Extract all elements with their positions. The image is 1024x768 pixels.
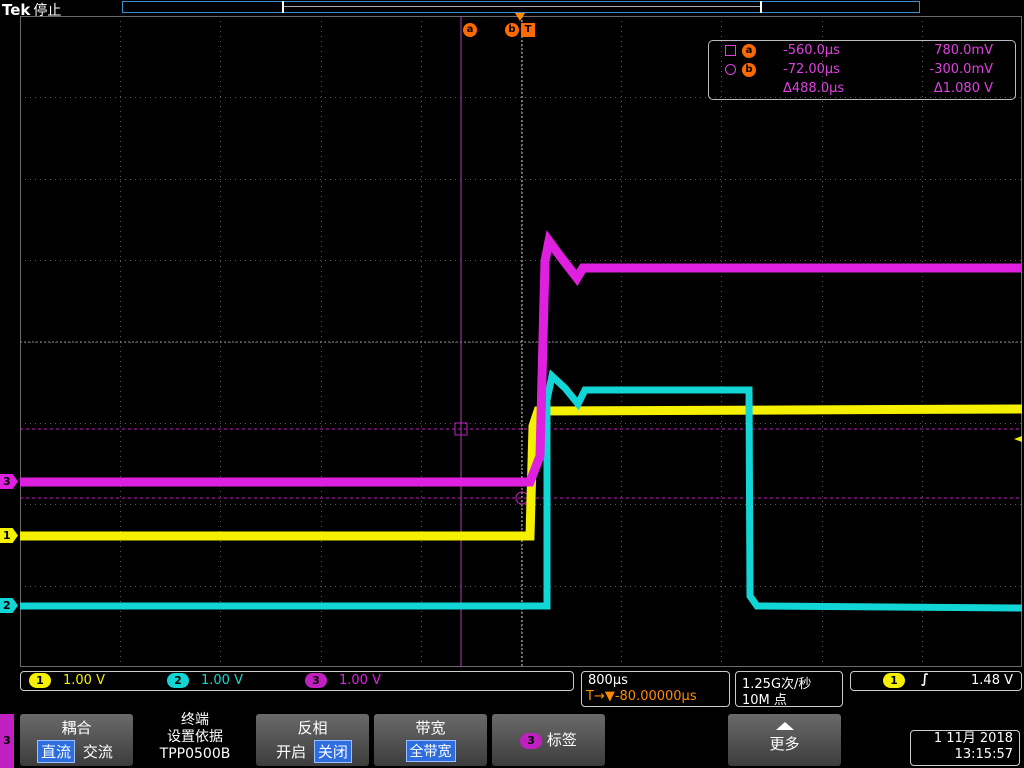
invert-off-option[interactable]: 关闭 xyxy=(313,740,352,763)
square-cursor-icon xyxy=(725,45,736,56)
delta-time: Δ488.0µs xyxy=(783,81,845,96)
date-time: 1 11月 2018 13:15:57 xyxy=(910,730,1020,766)
ch2-badge: 2 xyxy=(167,673,189,688)
channel-scale-bar: 1 1.00 V 2 1.00 V 3 1.00 V xyxy=(20,671,574,691)
cursor-b-label[interactable]: b xyxy=(505,23,519,37)
ch1-badge: 1 xyxy=(29,673,51,688)
cursor-a-time: -560.0µs xyxy=(783,43,840,58)
ch1-scale[interactable]: 1 1.00 V xyxy=(29,673,105,688)
termination-softkey[interactable]: 终端 设置依据 TPP0500B xyxy=(140,712,250,768)
bandwidth-softkey[interactable]: 带宽 全带宽 xyxy=(374,714,487,766)
ch1-ground-marker[interactable]: 1 xyxy=(0,528,18,543)
cursor-b-time: -72.00µs xyxy=(783,62,840,77)
cursor-b-value: -300.0mV xyxy=(929,62,993,77)
ch3-ground-marker[interactable]: 3 xyxy=(0,474,18,489)
ch2-ground-marker[interactable]: 2 xyxy=(0,598,18,613)
date: 1 11月 2018 xyxy=(933,731,1013,746)
readout-row-b: b -72.00µs -300.0mV xyxy=(709,62,1015,80)
probe-model: TPP0500B xyxy=(159,746,231,762)
timebase-readout[interactable]: 800µs T→▼-80.00000µs xyxy=(581,671,730,707)
termination-setting: 设置依据 xyxy=(167,729,223,745)
trigger-readout[interactable]: 1 ∫ 1.48 V xyxy=(850,671,1022,691)
time: 13:15:57 xyxy=(954,747,1013,762)
invert-on-option[interactable]: 开启 xyxy=(273,741,309,762)
horizontal-scale: 800µs xyxy=(588,673,628,688)
trigger-point-icon xyxy=(515,13,525,21)
cursor-a-label[interactable]: a xyxy=(463,23,477,37)
label-softkey[interactable]: 3 标签 xyxy=(492,714,605,766)
waveform-display[interactable] xyxy=(20,16,1022,667)
trigger-level-marker xyxy=(1014,436,1022,442)
cursor-readout: a -560.0µs 780.0mV b -72.00µs -300.0mV Δ… xyxy=(708,40,1016,100)
horizontal-delay: T→▼-80.00000µs xyxy=(586,689,697,704)
ch3-badge: 3 xyxy=(305,673,327,688)
coupling-dc-option[interactable]: 直流 xyxy=(37,740,76,763)
termination-title: 终端 xyxy=(181,712,209,728)
ch1-scale-value: 1.00 V xyxy=(63,673,105,688)
trigger-position-label[interactable]: T xyxy=(521,23,535,37)
menu-channel-tab: 3 xyxy=(0,714,14,768)
ch3-scale-value: 1.00 V xyxy=(339,673,381,688)
coupling-ac-option[interactable]: 交流 xyxy=(80,741,116,762)
rising-edge-icon: ∫ xyxy=(921,672,929,687)
up-arrow-icon xyxy=(775,722,794,730)
delta-value: Δ1.080 V xyxy=(933,81,993,96)
more-title: 更多 xyxy=(769,735,800,753)
cursor-b-badge: b xyxy=(742,63,756,77)
cursor-a-badge: a xyxy=(742,44,756,58)
readout-row-delta: Δ488.0µs Δ1.080 V xyxy=(709,81,1015,99)
ch3-scale[interactable]: 3 1.00 V xyxy=(305,673,381,688)
bandwidth-value: 全带宽 xyxy=(405,740,456,762)
circle-cursor-icon xyxy=(725,64,736,75)
coupling-softkey[interactable]: 耦合 直流 交流 xyxy=(20,714,133,766)
bandwidth-title: 带宽 xyxy=(415,719,446,737)
trigger-source-badge: 1 xyxy=(883,673,905,688)
ch2-edges xyxy=(546,389,751,606)
sample-rate-readout: 1.25G次/秒 10M 点 xyxy=(735,671,843,708)
ch2-scale-value: 1.00 V xyxy=(201,673,243,688)
readout-row-a: a -560.0µs 780.0mV xyxy=(709,43,1015,61)
more-softkey[interactable]: 更多 xyxy=(728,714,841,766)
invert-softkey[interactable]: 反相 开启 关闭 xyxy=(256,714,369,766)
coupling-title: 耦合 xyxy=(61,719,92,737)
record-length: 10M 点 xyxy=(742,693,787,708)
label-title: 标签 xyxy=(546,731,577,749)
label-channel-badge: 3 xyxy=(520,732,543,749)
ch2-scale[interactable]: 2 1.00 V xyxy=(167,673,243,688)
invert-title: 反相 xyxy=(297,719,328,737)
trigger-level: 1.48 V xyxy=(971,673,1013,688)
record-view-window[interactable] xyxy=(282,1,762,13)
cursor-a-value: 780.0mV xyxy=(934,43,993,58)
